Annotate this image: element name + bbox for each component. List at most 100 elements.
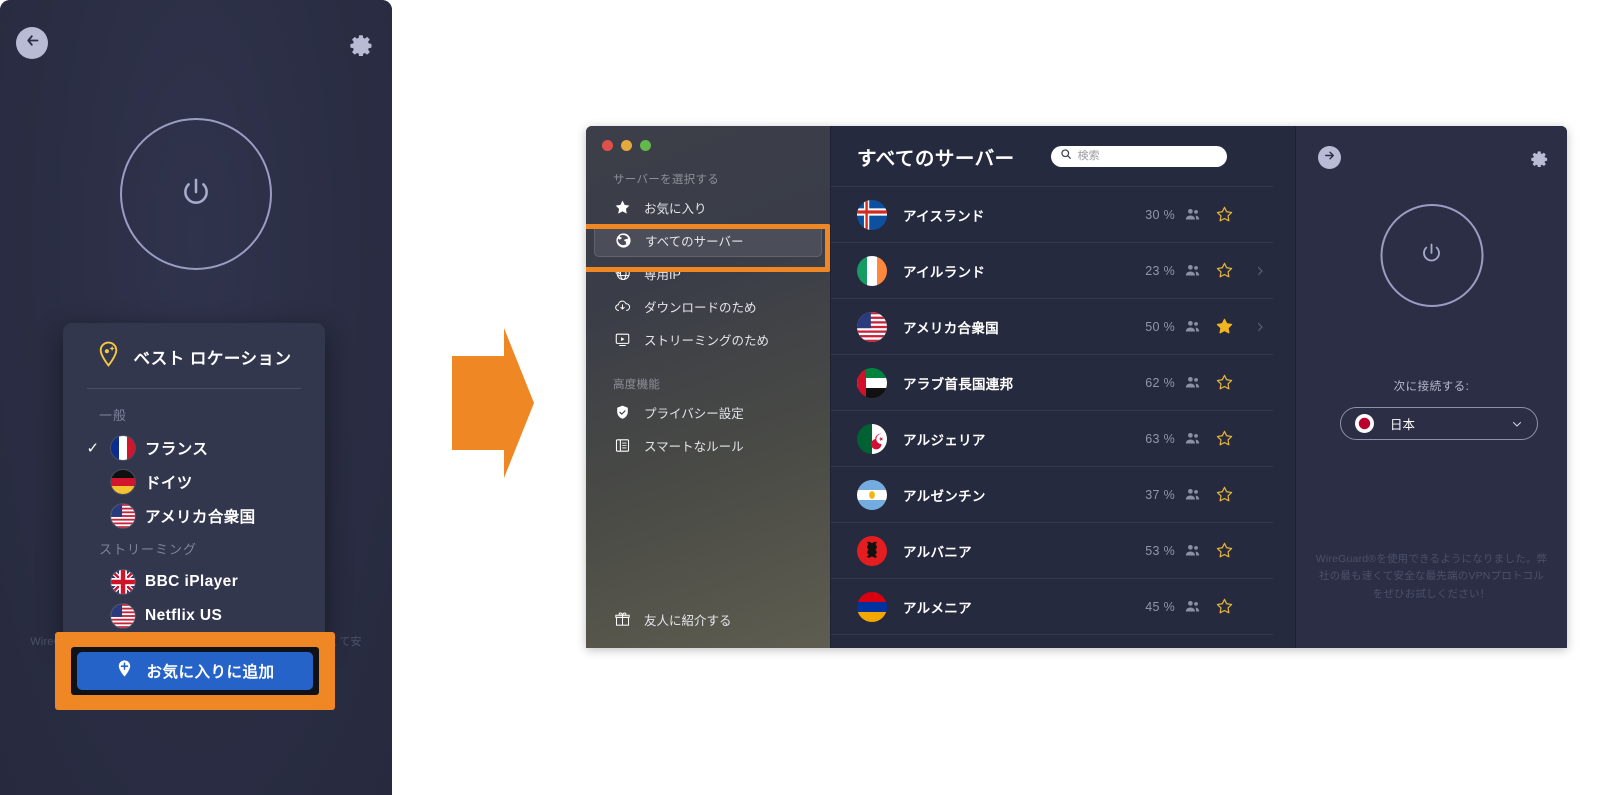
chevron-right-icon[interactable] (1247, 321, 1273, 333)
country-name: アメリカ合衆国 (903, 320, 999, 336)
window-traffic-lights (586, 126, 830, 151)
popup-header: ベスト ロケーション (63, 323, 325, 388)
close-button[interactable] (602, 140, 613, 151)
back-button[interactable] (16, 27, 48, 59)
favorite-toggle[interactable] (1201, 205, 1247, 224)
sidebar-item-label: スマートなルール (644, 440, 744, 454)
table-row[interactable]: アルジェリア 63 % (831, 410, 1273, 466)
next-connect-label: 次に接続する: (1393, 381, 1470, 393)
table-row[interactable]: アメリカ合衆国 50 % (831, 298, 1273, 354)
checkmark-icon: ✓ (86, 440, 100, 457)
chevron-right-icon (1247, 433, 1273, 445)
favorite-toggle[interactable] (1201, 317, 1247, 336)
favorite-toggle[interactable] (1201, 373, 1247, 392)
sidebar-referral: 友人に紹介する (586, 603, 830, 636)
popup-item-bbc-iplayer[interactable]: BBC iPlayer (63, 565, 325, 599)
flag-ie (857, 255, 887, 286)
left-app-window: WireGuard®を使用できるようになりました。弊社の最も速くて安全な最先端の… (0, 0, 392, 795)
server-list-column: すべてのサーバー アイスランド 30 % (830, 126, 1295, 648)
minimize-button[interactable] (621, 140, 632, 151)
flag-dz (857, 423, 887, 454)
sidebar-item-dedicated-ip[interactable]: 専用IP (594, 257, 822, 290)
flag-gb (111, 570, 135, 594)
popup-title: ベスト ロケーション (133, 349, 292, 368)
table-row[interactable]: アルメニア 45 % (831, 578, 1273, 634)
panel-power-toggle[interactable] (1380, 204, 1483, 307)
sidebar-group-label-servers: サーバーを選択する (613, 174, 720, 186)
popup-group-label-streaming: ストリーミング (99, 542, 198, 557)
search-icon (1060, 147, 1072, 165)
add-to-favorites-label: お気に入りに追加 (146, 664, 275, 681)
country-select[interactable]: 日本 (1340, 407, 1538, 440)
add-to-favorites-button[interactable]: お気に入りに追加 (77, 652, 313, 690)
settings-button[interactable] (346, 28, 374, 57)
arrow-left-icon (24, 32, 41, 54)
zoom-button[interactable] (640, 140, 651, 151)
chevron-right-icon[interactable] (1247, 265, 1273, 277)
sidebar-item-favorites[interactable]: お気に入り (594, 191, 822, 224)
add-favorite-highlight: お気に入りに追加 (55, 632, 335, 710)
users-icon (1184, 598, 1201, 615)
server-load: 23 % (1145, 263, 1175, 278)
gear-icon (346, 35, 374, 60)
flag-ar (857, 479, 887, 510)
sidebar-item-refer-friend[interactable]: 友人に紹介する (594, 603, 822, 636)
sidebar-item-label: ストリーミングのため (644, 334, 770, 348)
chevron-right-icon (1247, 489, 1273, 501)
flag-fr (111, 436, 135, 460)
country-name: アルバニア (903, 544, 972, 560)
sidebar-item-label: 友人に紹介する (644, 614, 732, 628)
download-cloud-icon (613, 298, 631, 316)
expand-panel-button[interactable] (1318, 146, 1341, 169)
power-toggle-button[interactable] (120, 118, 272, 270)
selected-country-label: 日本 (1390, 418, 1416, 432)
sidebar-item-label: プライバシー設定 (644, 407, 744, 421)
favorite-toggle[interactable] (1201, 261, 1247, 280)
dedicated-ip-icon (613, 265, 631, 283)
search-input[interactable] (1077, 150, 1218, 162)
popup-item-usa[interactable]: アメリカ合衆国 (63, 499, 325, 533)
table-row[interactable]: アルゼンチン 37 % (831, 466, 1273, 522)
server-load: 63 % (1145, 431, 1175, 446)
chevron-right-icon (1247, 545, 1273, 557)
favorite-toggle[interactable] (1201, 485, 1247, 504)
sidebar-item-download[interactable]: ダウンロードのため (594, 290, 822, 323)
favorite-toggle[interactable] (1201, 541, 1247, 560)
star-icon (613, 199, 631, 217)
popup-item-netflix-us[interactable]: Netflix US (63, 599, 325, 633)
popup-item-france[interactable]: ✓ フランス (63, 431, 325, 465)
sidebar-item-all-servers[interactable]: すべてのサーバー (594, 224, 822, 257)
power-icon (179, 175, 213, 214)
flag-us (857, 311, 887, 342)
table-row[interactable]: アルバニア 53 % (831, 522, 1273, 578)
sidebar-item-label: ダウンロードのため (644, 301, 757, 315)
shield-check-icon (613, 404, 631, 422)
users-icon (1184, 318, 1201, 335)
sidebar-item-privacy-settings[interactable]: プライバシー設定 (594, 396, 822, 429)
server-list-header: すべてのサーバー (831, 126, 1295, 186)
table-row[interactable]: アラブ首長国連邦 62 % (831, 354, 1273, 410)
sidebar-item-smart-rules[interactable]: スマートなルール (594, 429, 822, 462)
globe-icon (614, 232, 632, 250)
search-box[interactable] (1050, 145, 1227, 167)
power-icon (1420, 241, 1444, 270)
users-icon (1184, 430, 1201, 447)
table-row[interactable]: アイルランド 23 % (831, 242, 1273, 298)
pin-plus-icon (115, 659, 134, 683)
panel-settings-button[interactable] (1528, 146, 1549, 168)
table-row[interactable]: アイスランド 30 % (831, 186, 1273, 242)
server-list: アイスランド 30 % アイルランド 23 % アメリカ合衆国 50 % アラブ… (831, 186, 1295, 648)
arrow-right-circle-icon (1323, 149, 1336, 167)
connection-panel: 次に接続する: 日本 WireGuard®を使用できるようになりました。弊社の最… (1295, 126, 1567, 648)
users-icon (1184, 262, 1201, 279)
favorite-toggle[interactable] (1201, 597, 1247, 616)
users-icon (1184, 374, 1201, 391)
popup-group-label-general: 一般 (99, 408, 128, 423)
popup-item-label: アメリカ合衆国 (145, 509, 256, 526)
favorite-toggle[interactable] (1201, 429, 1247, 448)
users-icon (1184, 206, 1201, 223)
table-row-partial[interactable] (831, 634, 1273, 648)
country-name: アルゼンチン (903, 488, 986, 504)
popup-item-germany[interactable]: ドイツ (63, 465, 325, 499)
sidebar-item-streaming[interactable]: ストリーミングのため (594, 323, 822, 356)
